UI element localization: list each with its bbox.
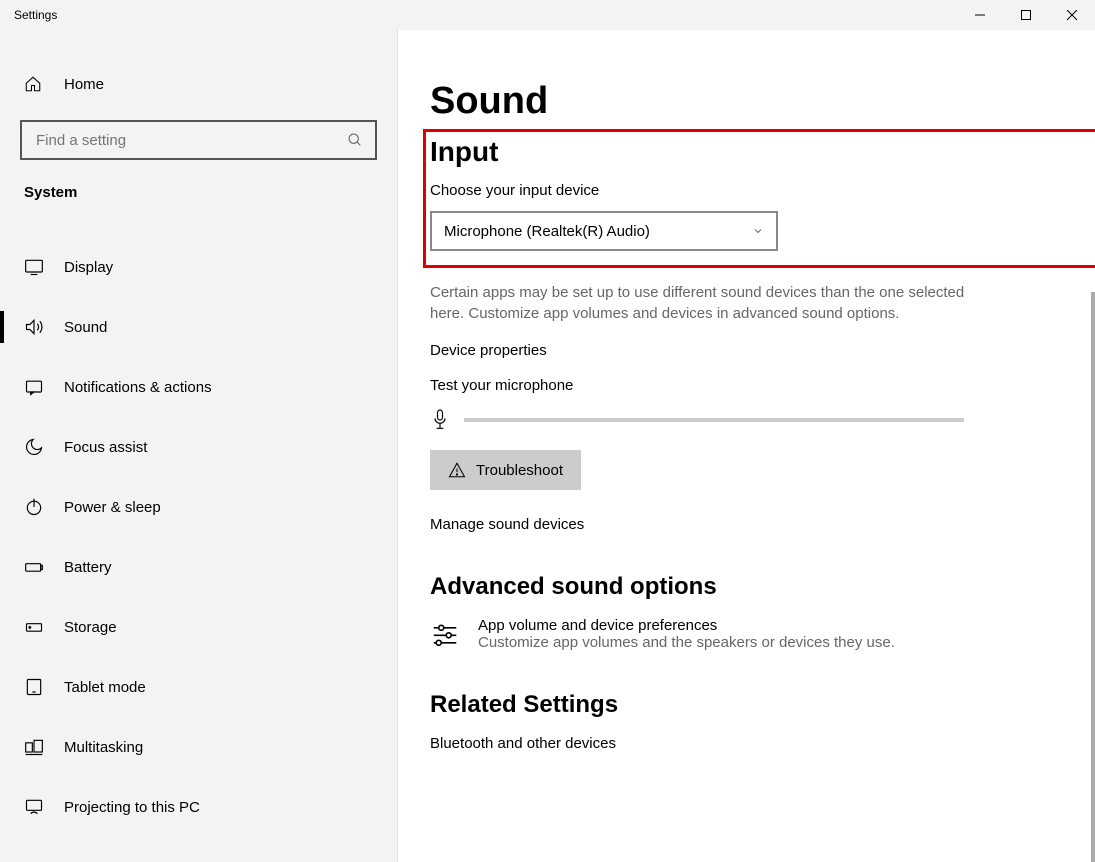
display-icon (24, 257, 44, 277)
choose-input-label: Choose your input device (430, 182, 778, 199)
input-device-dropdown[interactable]: Microphone (Realtek(R) Audio) (430, 211, 778, 251)
maximize-button[interactable] (1003, 0, 1049, 30)
titlebar: Settings (0, 0, 1095, 30)
device-properties-link[interactable]: Device properties (430, 342, 1065, 359)
home-icon (24, 75, 44, 93)
page-title: Sound (430, 80, 1065, 123)
minimize-button[interactable] (957, 0, 1003, 30)
sidebar-item-battery[interactable]: Battery (0, 537, 397, 597)
search-input[interactable] (34, 131, 347, 150)
sidebar-item-label: Battery (64, 559, 112, 576)
microphone-icon (430, 408, 450, 432)
sidebar-item-label: Multitasking (64, 739, 143, 756)
sidebar-item-storage[interactable]: Storage (0, 597, 397, 657)
mic-test-row (430, 408, 1065, 432)
app-volume-subtitle: Customize app volumes and the speakers o… (478, 634, 895, 651)
search-icon (347, 132, 363, 148)
sidebar-item-projecting[interactable]: Projecting to this PC (0, 777, 397, 837)
troubleshoot-button[interactable]: Troubleshoot (430, 450, 581, 490)
app-volume-title: App volume and device preferences (478, 617, 895, 634)
related-settings-heading: Related Settings (430, 691, 1065, 719)
troubleshoot-label: Troubleshoot (476, 462, 563, 479)
advanced-options-heading: Advanced sound options (430, 573, 1065, 601)
chevron-down-icon (752, 225, 764, 237)
sidebar-item-power-sleep[interactable]: Power & sleep (0, 477, 397, 537)
battery-icon (24, 557, 44, 577)
main-content: Sound Input Choose your input device Mic… (398, 30, 1095, 862)
sidebar-item-label: Focus assist (64, 439, 147, 456)
input-heading: Input (430, 136, 778, 168)
sidebar-item-label: Display (64, 259, 113, 276)
warning-icon (448, 461, 466, 479)
category-label: System (0, 160, 397, 217)
sidebar-item-label: Projecting to this PC (64, 799, 200, 816)
window-title: Settings (14, 8, 57, 22)
sidebar: Home System Display (0, 30, 398, 862)
bluetooth-link[interactable]: Bluetooth and other devices (430, 735, 1065, 752)
mic-level-bar (464, 418, 964, 422)
settings-window: Settings Home (0, 0, 1095, 862)
storage-icon (24, 617, 44, 637)
app-volume-link[interactable]: App volume and device preferences Custom… (430, 617, 1065, 651)
sidebar-item-label: Tablet mode (64, 679, 146, 696)
home-button[interactable]: Home (0, 62, 397, 106)
sidebar-item-display[interactable]: Display (0, 237, 397, 297)
close-button[interactable] (1049, 0, 1095, 30)
selected-input-device: Microphone (Realtek(R) Audio) (444, 223, 650, 240)
search-box[interactable] (20, 120, 377, 160)
sidebar-item-notifications[interactable]: Notifications & actions (0, 357, 397, 417)
scrollbar[interactable] (1091, 292, 1095, 862)
sidebar-item-tablet-mode[interactable]: Tablet mode (0, 657, 397, 717)
projecting-icon (24, 797, 44, 817)
sidebar-item-label: Notifications & actions (64, 379, 212, 396)
sidebar-item-label: Storage (64, 619, 117, 636)
sidebar-item-label: Sound (64, 319, 107, 336)
test-mic-label: Test your microphone (430, 377, 1065, 394)
focus-assist-icon (24, 437, 44, 457)
notifications-icon (24, 377, 44, 397)
manage-sound-devices-link[interactable]: Manage sound devices (430, 516, 1065, 533)
window-controls (957, 0, 1095, 30)
home-label: Home (64, 76, 104, 93)
sidebar-item-focus-assist[interactable]: Focus assist (0, 417, 397, 477)
sidebar-item-sound[interactable]: Sound (0, 297, 397, 357)
multitasking-icon (24, 737, 44, 757)
tablet-icon (24, 677, 44, 697)
sidebar-item-label: Power & sleep (64, 499, 161, 516)
nav-list: Display Sound Notifications & actions (0, 237, 397, 837)
sliders-icon (430, 619, 460, 649)
sidebar-item-multitasking[interactable]: Multitasking (0, 717, 397, 777)
input-description: Certain apps may be set up to use differ… (430, 282, 990, 324)
power-icon (24, 497, 44, 517)
sound-icon (24, 317, 44, 337)
input-section-highlight: Input Choose your input device Microphon… (423, 129, 1095, 268)
